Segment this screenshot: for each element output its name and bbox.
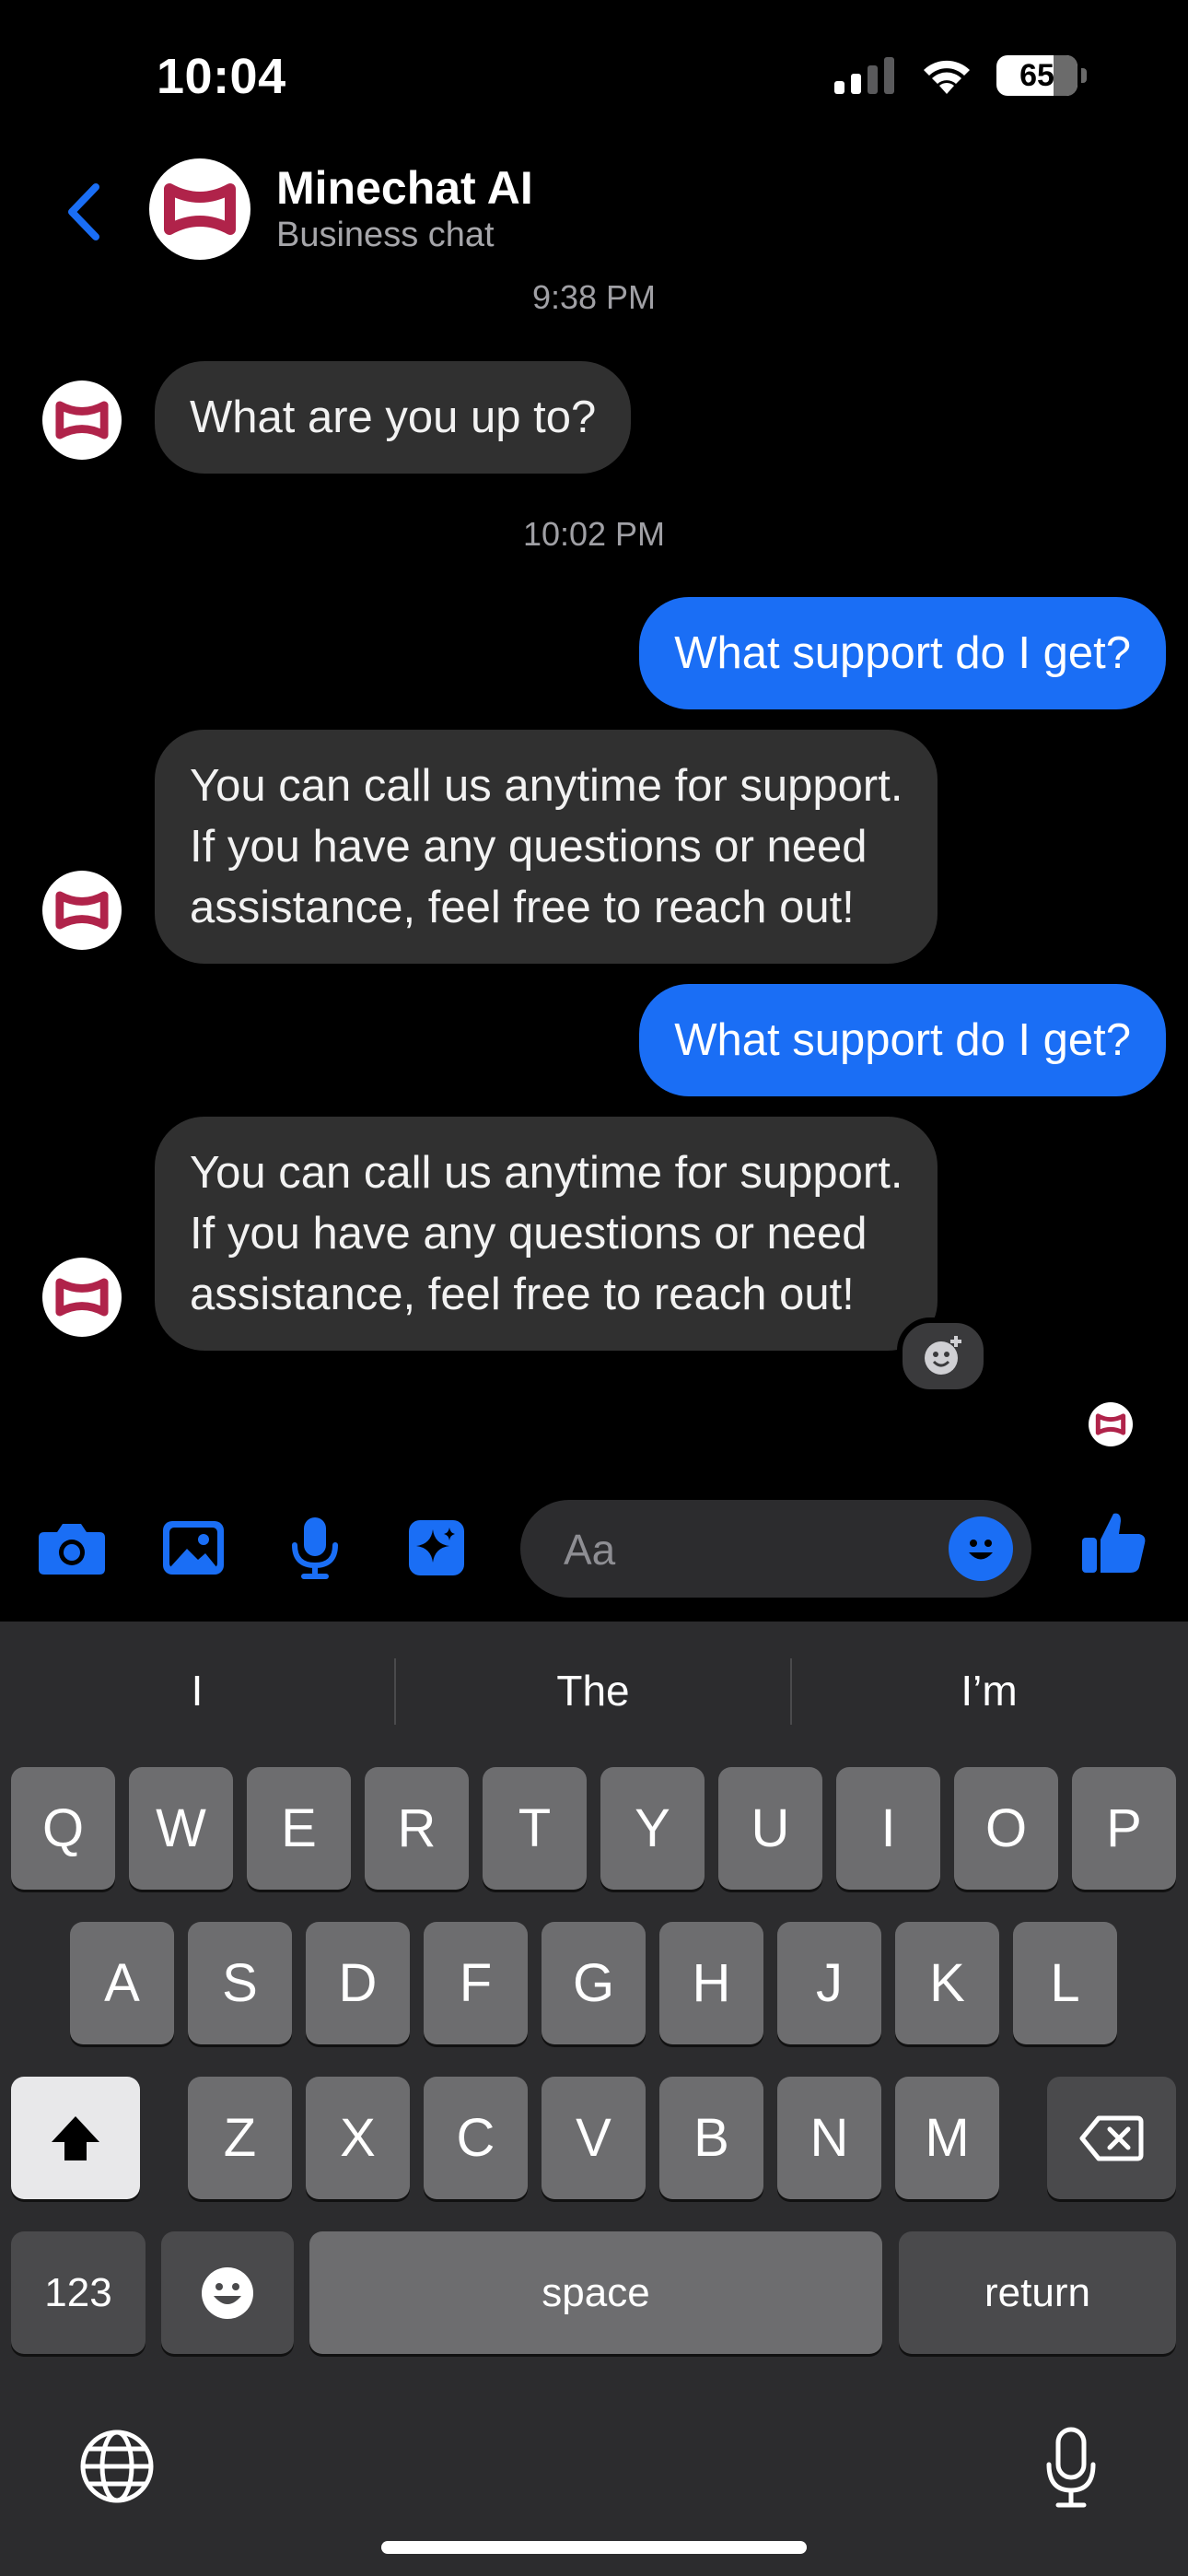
sparkle-icon [409,1520,464,1575]
message-text: What are you up to? [190,392,597,442]
backspace-icon [1079,2115,1144,2160]
message-text: What support do I get? [674,1015,1131,1065]
thumbs-up-icon [1082,1513,1146,1573]
key-n[interactable]: N [777,2077,881,2199]
back-button[interactable] [55,175,111,249]
cellular-signal-icon [834,57,894,94]
message-input[interactable] [562,1500,915,1599]
key-z[interactable]: Z [188,2077,292,2199]
key-b[interactable]: B [659,2077,763,2199]
key-i[interactable]: I [836,1767,940,1890]
battery-level: 65 [1019,57,1054,93]
contact-subtitle: Business chat [276,216,495,254]
message-line: assistance, feel free to reach out! [190,883,855,932]
add-reaction-icon [925,1336,961,1375]
key-q[interactable]: Q [11,1767,115,1890]
timestamp: 10:02 PM [522,515,666,553]
voice-message-button[interactable] [278,1511,352,1585]
key-x[interactable]: X [306,2077,410,2199]
key-v[interactable]: V [542,2077,646,2199]
message-line: You can call us anytime for support. [190,761,903,811]
microphone-icon [1046,2427,1096,2508]
globe-icon [80,2430,154,2503]
key-h[interactable]: H [659,1922,763,2044]
read-receipt-avatar [1089,1402,1133,1446]
shift-key[interactable] [11,2077,140,2199]
battery-cap [1081,68,1087,83]
key-l[interactable]: L [1013,1922,1117,2044]
minechat-logo-icon [1095,1413,1126,1435]
status-time: 10:04 [157,49,286,104]
key-y[interactable]: Y [600,1767,705,1890]
shift-arrow-icon [52,2115,99,2160]
status-icons: 65 [834,55,1087,96]
outgoing-message[interactable]: What support do I get? [639,597,1166,709]
return-key[interactable]: return [899,2231,1176,2354]
emoji-button[interactable] [949,1516,1013,1581]
key-d[interactable]: D [306,1922,410,2044]
numbers-key[interactable]: 123 [11,2231,146,2354]
camera-button[interactable] [35,1511,109,1585]
sender-avatar [42,871,122,950]
message-line: If you have any questions or need [190,1209,868,1259]
key-e[interactable]: E [247,1767,351,1890]
emoji-icon [202,2266,253,2319]
key-a[interactable]: A [70,1922,174,2044]
key-o[interactable]: O [954,1767,1058,1890]
key-k[interactable]: K [895,1922,999,2044]
message-text: What support do I get? [674,628,1131,678]
key-p[interactable]: P [1072,1767,1176,1890]
microphone-icon [292,1517,338,1579]
key-w[interactable]: W [129,1767,233,1890]
message-line: You can call us anytime for support. [190,1148,903,1198]
outgoing-message[interactable]: What support do I get? [639,984,1166,1096]
message-line: If you have any questions or need [190,822,868,872]
dictation-button[interactable] [1030,2421,1112,2513]
incoming-message[interactable]: What are you up to? [155,361,632,474]
minechat-logo-icon [164,183,236,235]
battery-indicator: 65 [996,55,1077,96]
ai-sparkle-button[interactable] [400,1511,473,1585]
like-button[interactable] [1077,1505,1151,1579]
add-reaction-button[interactable] [897,1317,989,1395]
home-indicator[interactable] [381,2541,807,2554]
key-f[interactable]: F [424,1922,528,2044]
emoji-icon [969,1540,993,1560]
keyboard: I The I’m Q W E R T Y U I O P A S D F G … [0,1622,1188,2576]
key-g[interactable]: G [542,1922,646,2044]
suggestion[interactable]: I’m [792,1666,1186,1715]
key-t[interactable]: T [483,1767,587,1890]
key-c[interactable]: C [424,2077,528,2199]
key-s[interactable]: S [188,1922,292,2044]
suggestion[interactable]: I [0,1666,394,1715]
sender-avatar [42,381,122,460]
language-button[interactable] [76,2425,158,2508]
chevron-left-icon [68,183,99,240]
gallery-button[interactable] [157,1511,230,1585]
contact-name[interactable]: Minechat AI [276,161,533,215]
minechat-logo-icon [55,401,109,439]
key-m[interactable]: M [895,2077,999,2199]
message-input-container[interactable] [520,1500,1031,1599]
minechat-logo-icon [55,1278,109,1317]
space-key[interactable]: space [309,2231,882,2354]
suggestion[interactable]: The [396,1666,790,1715]
contact-avatar[interactable] [149,158,250,260]
key-j[interactable]: J [777,1922,881,2044]
timestamp: 9:38 PM [531,278,657,316]
key-u[interactable]: U [718,1767,822,1890]
incoming-message[interactable]: You can call us anytime for support. If … [155,730,938,964]
camera-icon [39,1524,105,1575]
minechat-logo-icon [55,891,109,930]
emoji-key[interactable] [161,2231,294,2354]
photo-icon [163,1521,224,1575]
message-line: assistance, feel free to reach out! [190,1270,855,1319]
wifi-icon [924,60,970,94]
backspace-key[interactable] [1047,2077,1176,2199]
sender-avatar [42,1258,122,1337]
incoming-message[interactable]: You can call us anytime for support. If … [155,1117,938,1351]
key-r[interactable]: R [365,1767,469,1890]
